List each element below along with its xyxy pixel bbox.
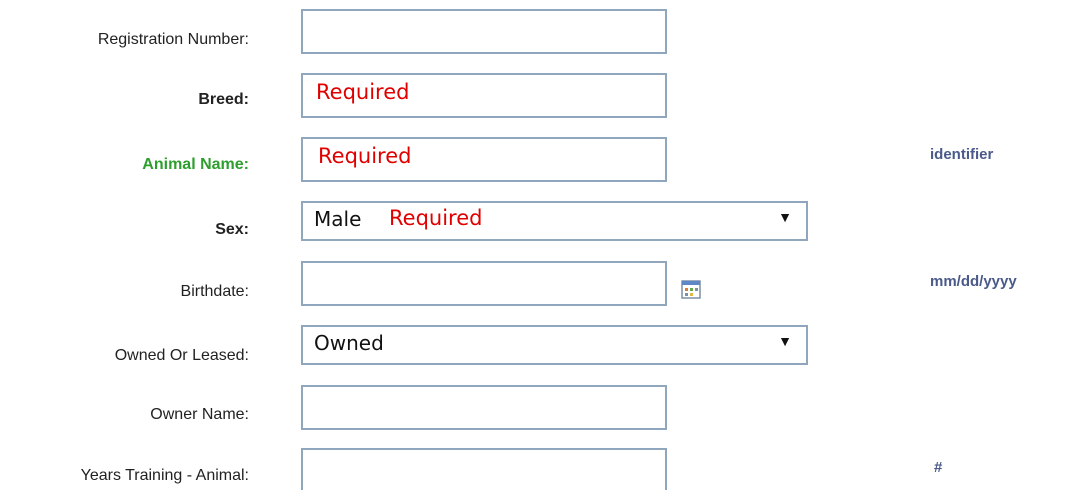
sex-select[interactable]: Male ▼ [301, 201, 808, 241]
owner-name-label: Owner Name: [150, 406, 249, 423]
animal-registration-form: Registration Number: Breed: Required Ani… [0, 0, 1072, 490]
sex-required-annotation: Required [389, 206, 483, 230]
years-training-hint: # [934, 459, 943, 476]
registration-number-input[interactable] [301, 9, 667, 54]
sex-label: Sex: [215, 221, 249, 238]
sex-selected-value: Male [314, 207, 362, 231]
animal-name-required-annotation: Required [318, 144, 412, 168]
owned-or-leased-selected-value: Owned [314, 331, 384, 355]
birthdate-input[interactable] [301, 261, 667, 306]
animal-name-label: Animal Name: [142, 156, 249, 173]
years-training-label: Years Training - Animal: [80, 467, 249, 484]
registration-number-text[interactable] [303, 11, 665, 52]
chevron-down-icon[interactable]: ▼ [778, 333, 792, 349]
years-training-text[interactable] [303, 450, 665, 490]
owner-name-input[interactable] [301, 385, 667, 430]
registration-number-label: Registration Number: [97, 31, 249, 48]
chevron-down-icon[interactable]: ▼ [778, 209, 792, 225]
birthdate-format-hint: mm/dd/yyyy [930, 273, 1017, 290]
animal-name-hint: identifier [930, 146, 994, 163]
years-training-input[interactable] [301, 448, 667, 490]
owner-name-text[interactable] [303, 387, 665, 428]
breed-label: Breed: [198, 91, 249, 108]
breed-required-annotation: Required [316, 80, 410, 104]
calendar-icon[interactable] [681, 279, 701, 299]
owned-or-leased-label: Owned Or Leased: [114, 347, 249, 364]
owned-or-leased-select[interactable]: Owned ▼ [301, 325, 808, 365]
birthdate-text[interactable] [303, 263, 665, 304]
birthdate-label: Birthdate: [180, 283, 249, 300]
